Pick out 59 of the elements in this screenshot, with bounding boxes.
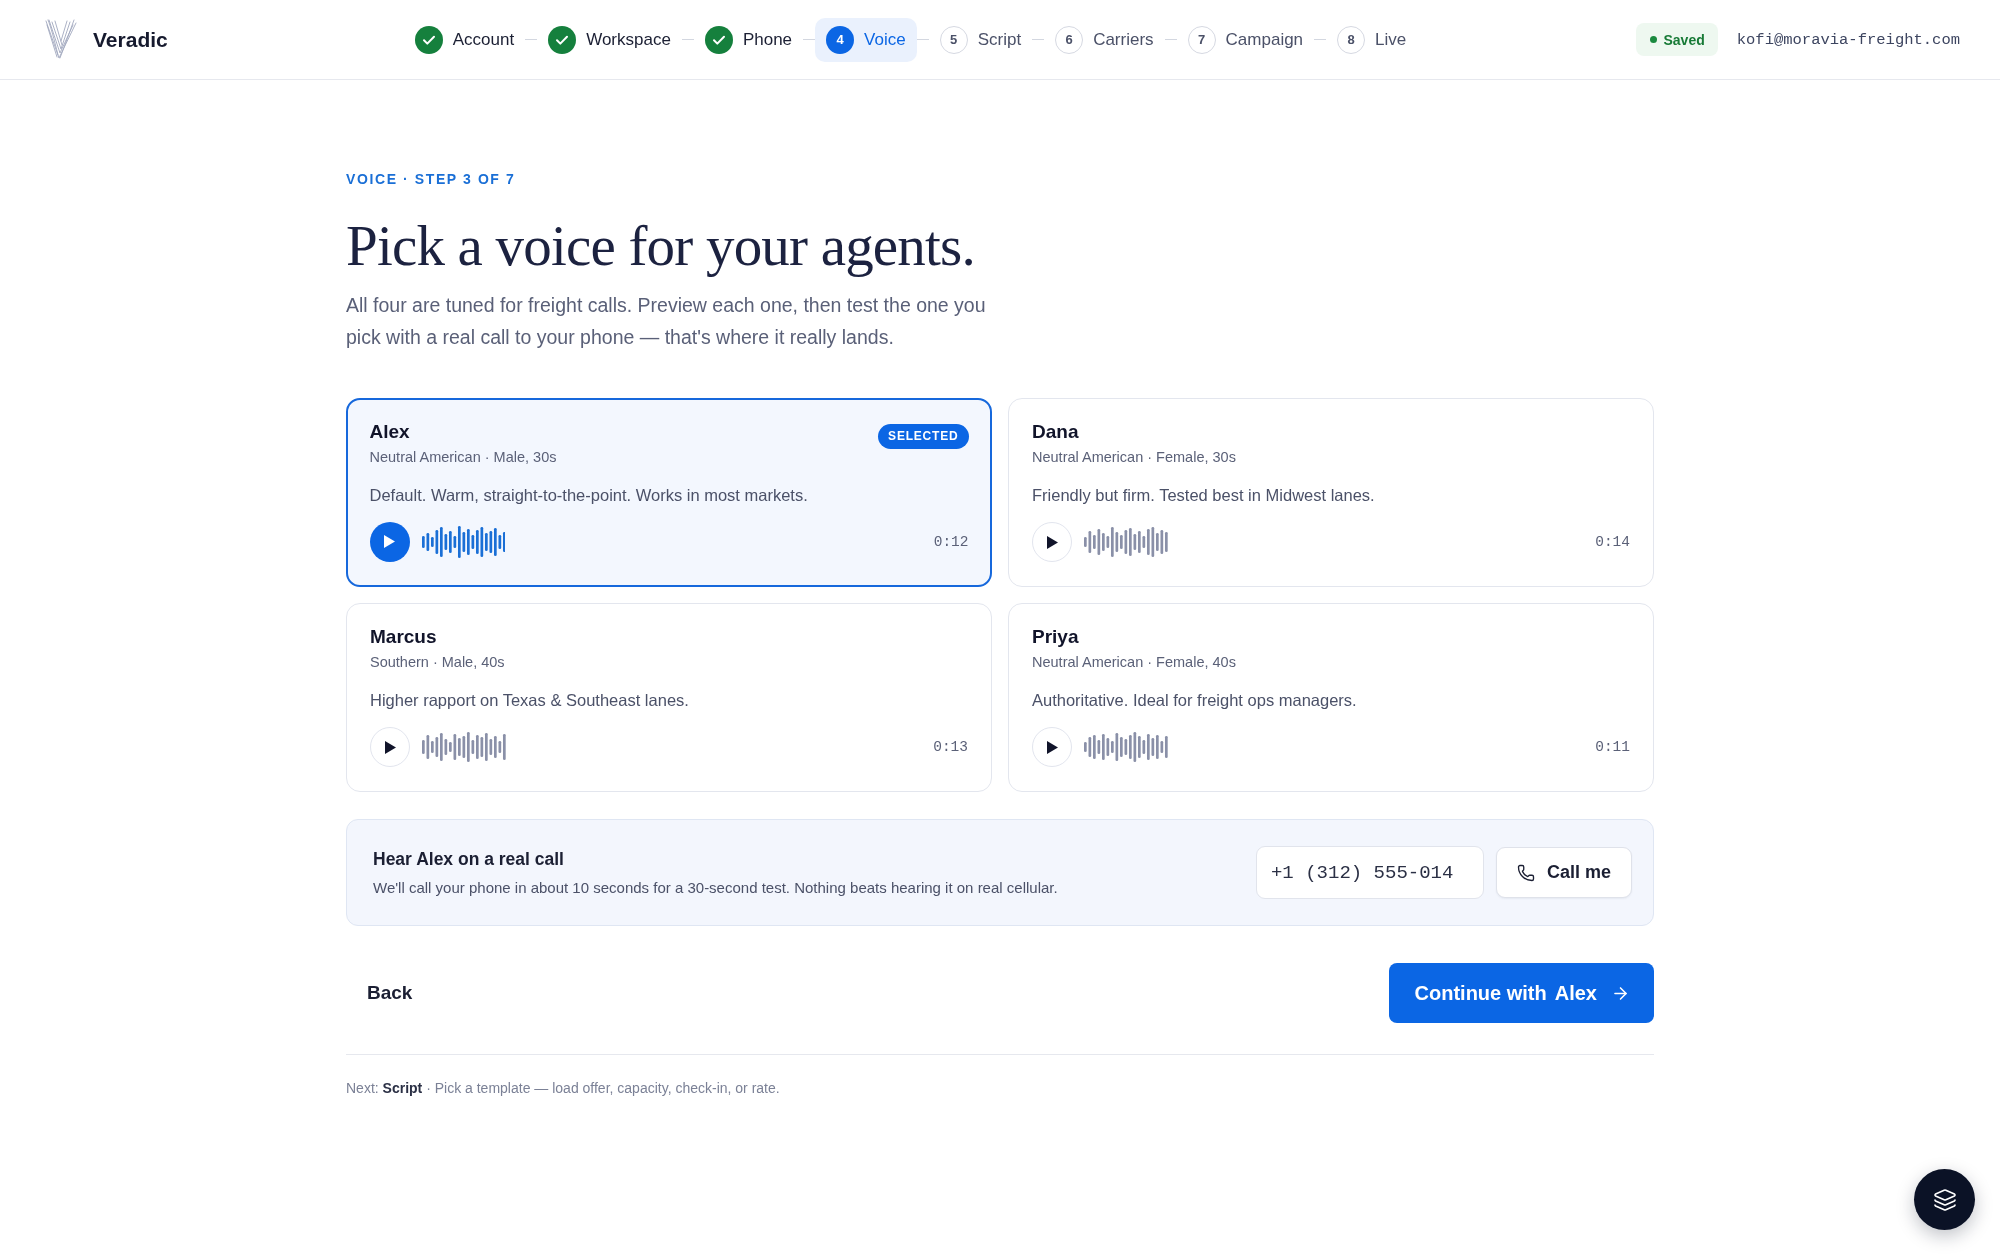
phone-icon <box>1516 863 1535 882</box>
voice-name: Priya <box>1032 625 1080 649</box>
voice-description: Higher rapport on Texas & Southeast lanes. <box>370 690 690 711</box>
voice-accent: Neutral American · Male, 30s <box>369 447 557 467</box>
play-icon <box>1046 535 1058 549</box>
step-number: 7 <box>1187 25 1216 54</box>
phone-input[interactable]: +1 (312) 555-014 <box>1255 846 1484 899</box>
stepper-step[interactable]: 8 Live <box>1326 17 1418 62</box>
voice-card[interactable]: Dana Neutral American · Female, 30s Friendly but firm. Tested best in Midwest lanes. 0:14 <box>1008 398 1654 587</box>
play-button[interactable] <box>1032 727 1072 767</box>
voice-description: Friendly but firm. Tested best in Midwest lanes. <box>1032 485 1376 506</box>
play-button[interactable] <box>1032 522 1072 562</box>
play-icon <box>384 740 396 754</box>
voice-card[interactable]: Priya Neutral American · Female, 40s Authoritative. Ideal for freight ops managers. 0:11 <box>1008 603 1654 792</box>
voice-card[interactable]: Alex Neutral American · Male, 30s SELECTED Default. Warm, straight-to-the-point. Works in most markets. 0:12 <box>346 398 992 587</box>
stepper-step[interactable]: Phone <box>693 17 804 62</box>
back-button[interactable]: Back <box>346 963 434 1023</box>
play-icon <box>1046 740 1058 754</box>
voice-name: Marcus <box>370 625 438 649</box>
brand-name: Veradic <box>93 27 168 52</box>
step-number: 4 <box>826 25 855 54</box>
voice-accent: Neutral American · Female, 40s <box>1032 653 1236 672</box>
step-eyebrow: VOICE · STEP 3 OF 7 <box>346 171 517 187</box>
logo-icon <box>45 19 77 60</box>
stepper-step[interactable]: Account <box>403 17 526 62</box>
play-button[interactable] <box>370 727 410 767</box>
account-email: kofi@moravia-freight.com <box>1736 30 1960 49</box>
selected-badge: SELECTED <box>878 423 969 449</box>
layers-button[interactable] <box>1914 1169 1975 1230</box>
voice-duration: 0:12 <box>933 533 969 550</box>
step-number: 8 <box>1337 25 1366 54</box>
call-me-button[interactable]: Call me <box>1495 847 1632 898</box>
voice-description: Authoritative. Ideal for freight ops managers. <box>1032 690 1358 711</box>
voice-name: Dana <box>1032 420 1080 444</box>
voice-duration: 0:13 <box>933 739 968 755</box>
voice-accent: Southern · Male, 40s <box>370 653 505 672</box>
test-call-description: We'll call your phone in about 10 seconds for a 30-second test. Nothing beats hearing it on real cellular. <box>373 879 1058 896</box>
continue-button[interactable]: Continue with Alex <box>1388 963 1654 1023</box>
play-icon <box>384 535 395 548</box>
step-number: 5 <box>939 25 968 54</box>
stepper-step[interactable]: 6 Carriers <box>1044 17 1165 62</box>
saved-label: Saved <box>1663 31 1705 48</box>
voice-description: Default. Warm, straight-to-the-point. Works in most markets. <box>369 484 809 506</box>
voice-card[interactable]: Marcus Southern · Male, 40s Higher rapport on Texas & Southeast lanes. 0:13 <box>346 603 992 792</box>
next-step-hint: Next: Script · Pick a template — load offer, capacity, check-in, or rate. <box>346 1080 781 1096</box>
layers-icon <box>1932 1187 1957 1212</box>
voice-duration: 0:14 <box>1595 534 1630 550</box>
stepper-step[interactable]: 5 Script <box>928 17 1033 62</box>
status-dot-icon <box>1649 36 1657 43</box>
page-intro: All four are tuned for freight calls. Preview each one, then test the one you pick with a real call to your phone — that's where it really lands. <box>346 293 987 350</box>
step-number: 6 <box>1055 25 1084 54</box>
stepper-step[interactable]: 7 Campaign <box>1176 17 1315 62</box>
stepper-step[interactable]: Workspace <box>537 17 682 62</box>
page-title: Pick a voice for your agents. <box>346 214 976 278</box>
voice-name: Alex <box>369 419 411 444</box>
stepper-step[interactable]: 4 Voice <box>815 17 917 62</box>
test-call-title: Hear Alex on a real call <box>373 849 565 870</box>
voice-accent: Neutral American · Female, 30s <box>1032 448 1236 467</box>
voice-duration: 0:11 <box>1595 739 1630 755</box>
